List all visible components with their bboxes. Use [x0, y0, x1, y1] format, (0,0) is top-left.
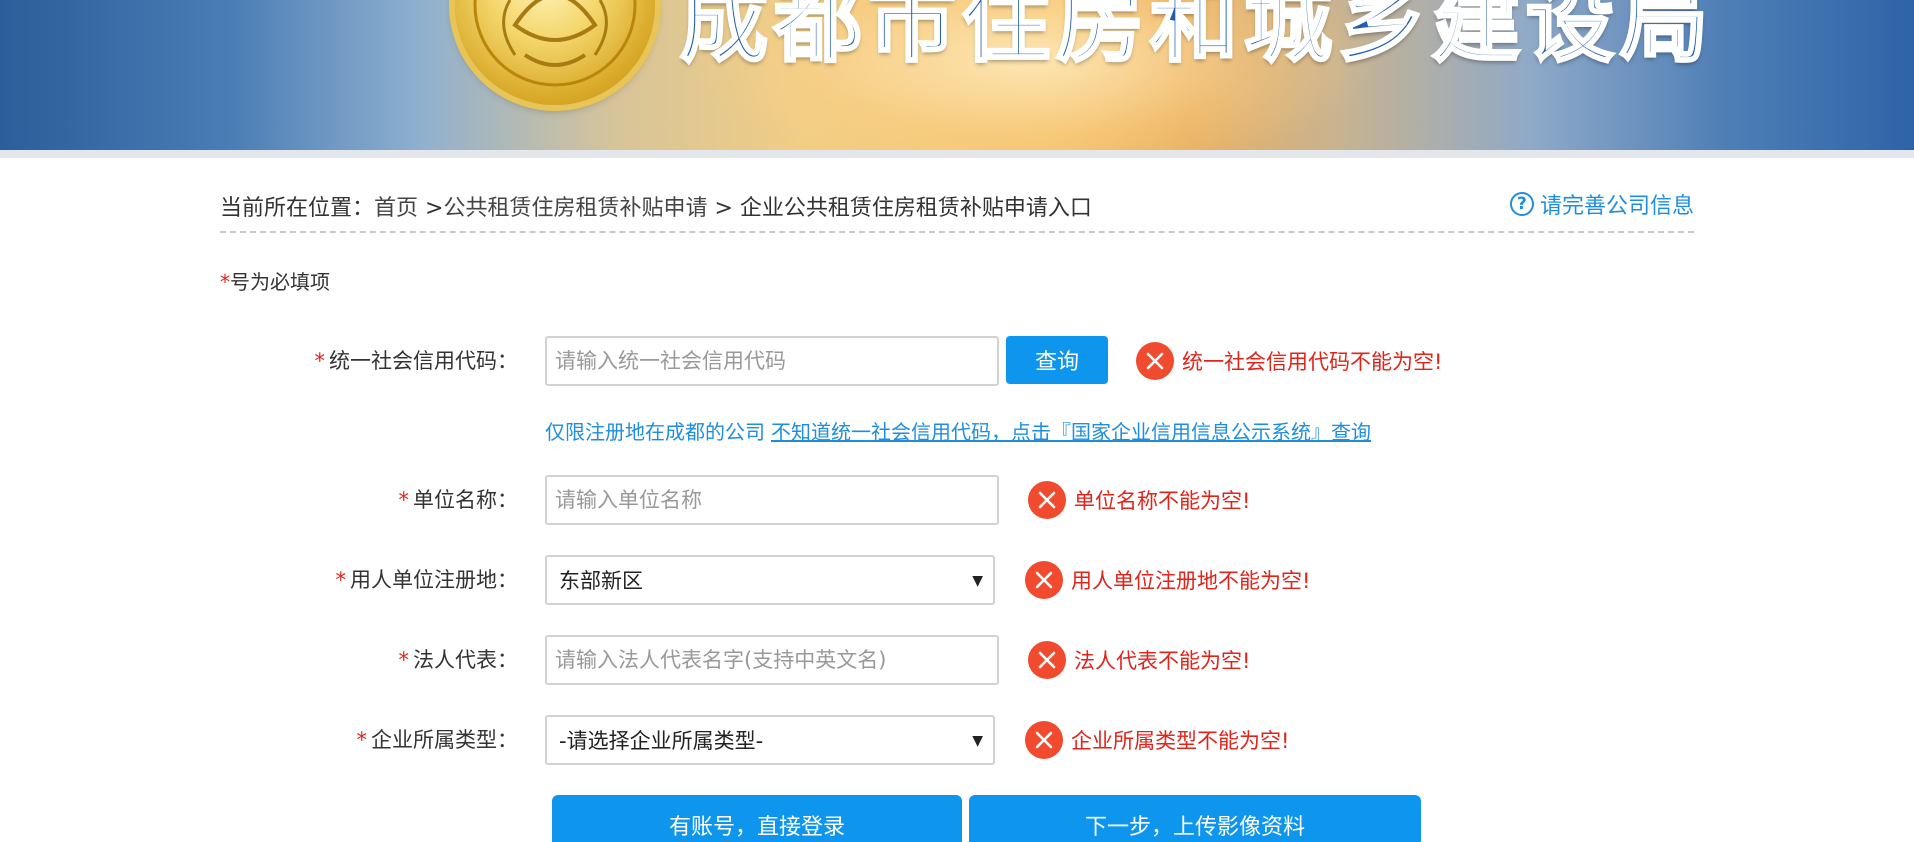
error-close-icon — [1025, 561, 1063, 599]
legal-rep-error: 法人代表不能为空! — [1028, 640, 1250, 680]
login-with-account-button[interactable]: 有账号，直接登录 — [552, 795, 962, 842]
legal-rep-label-text: 法人代表： — [413, 648, 518, 672]
caret-down-icon: ▼ — [972, 573, 983, 589]
legal-rep-input[interactable] — [545, 635, 999, 685]
header-banner: 成都市住房和城乡建设局 — [0, 0, 1914, 150]
company-name-error: 单位名称不能为空! — [1028, 480, 1250, 520]
registered-place-label-text: 用人单位注册地： — [350, 568, 518, 592]
registered-place-selected: 东部新区 — [559, 569, 643, 593]
registered-place-select[interactable]: 东部新区 ▼ — [545, 555, 995, 605]
company-name-label: * 单位名称： — [399, 475, 519, 525]
error-close-icon — [1028, 481, 1066, 519]
credit-code-error-text: 统一社会信用代码不能为空! — [1182, 350, 1443, 374]
registered-place-error: 用人单位注册地不能为空! — [1025, 560, 1310, 600]
breadcrumb-separator: > — [418, 196, 444, 221]
required-field-note: *号为必填项 — [220, 266, 330, 295]
breadcrumb-separator: > — [707, 196, 740, 221]
next-upload-images-button[interactable]: 下一步，上传影像资料 — [969, 795, 1421, 842]
form-row-registered-place: * 用人单位注册地： 东部新区 ▼ 用人单位注册地不能为空! — [0, 555, 1914, 605]
query-button[interactable]: 查询 — [1006, 336, 1108, 384]
site-title: 成都市住房和城乡建设局 — [678, 0, 1715, 76]
required-star: * — [356, 728, 368, 752]
form-row-legal-rep: *法人代表： 法人代表不能为空! — [0, 635, 1914, 685]
company-name-label-text: 单位名称： — [413, 488, 518, 512]
required-star: * — [398, 648, 410, 672]
error-close-icon — [1136, 342, 1174, 380]
credit-code-label: * 统一社会信用代码： — [315, 336, 519, 386]
form-row-company-name: *单位名称： 单位名称不能为空! — [0, 475, 1914, 525]
header-bottom-strip — [0, 150, 1914, 158]
required-note-text: 号为必填项 — [230, 270, 330, 294]
required-star: * — [314, 349, 326, 373]
company-type-select[interactable]: -请选择企业所属类型- ▼ — [545, 715, 995, 765]
breadcrumb-home-link[interactable]: 首页 — [374, 196, 418, 221]
breadcrumb-rental-subsidy-link[interactable]: 公共租赁住房租赁补贴申请 — [443, 196, 707, 221]
form-row-company-type: * 企业所属类型： -请选择企业所属类型- ▼ 企业所属类型不能为空! — [0, 715, 1914, 765]
company-type-error: 企业所属类型不能为空! — [1025, 720, 1289, 760]
caret-down-icon: ▼ — [972, 733, 983, 749]
credit-code-label-text: 统一社会信用代码： — [329, 349, 518, 373]
error-close-icon — [1025, 721, 1063, 759]
required-star: * — [220, 270, 230, 294]
required-star: * — [335, 568, 347, 592]
company-name-error-text: 单位名称不能为空! — [1074, 489, 1251, 513]
registered-place-label: * 用人单位注册地： — [336, 555, 519, 605]
complete-company-info-link[interactable]: ? 请完善公司信息 — [1509, 188, 1694, 220]
company-type-error-text: 企业所属类型不能为空! — [1071, 729, 1290, 753]
error-close-icon — [1028, 641, 1066, 679]
company-name-input[interactable] — [545, 475, 999, 525]
breadcrumb-current: 企业公共租赁住房租赁补贴申请入口 — [739, 196, 1092, 221]
company-type-label: * 企业所属类型： — [357, 715, 519, 765]
hint-text: 仅限注册地在成都的公司 — [545, 420, 765, 444]
company-type-label-text: 企业所属类型： — [371, 728, 518, 752]
complete-company-info-label: 请完善公司信息 — [1539, 194, 1694, 219]
breadcrumb-prefix: 当前所在位置： — [220, 196, 375, 221]
required-star: * — [398, 488, 410, 512]
legal-rep-error-text: 法人代表不能为空! — [1074, 649, 1251, 673]
legal-rep-label: * 法人代表： — [399, 635, 519, 685]
dashed-divider — [220, 231, 1694, 233]
credit-code-error: 统一社会信用代码不能为空! — [1136, 341, 1442, 381]
registered-place-error-text: 用人单位注册地不能为空! — [1071, 569, 1311, 593]
credit-code-input[interactable] — [545, 336, 999, 386]
emblem-icon — [473, 0, 637, 87]
form-row-credit-code: *统一社会信用代码： 查询 统一社会信用代码不能为空! — [0, 336, 1914, 386]
emblem-logo — [455, 0, 655, 105]
question-circle-icon: ? — [1509, 192, 1534, 216]
company-type-selected: -请选择企业所属类型- — [559, 729, 764, 753]
breadcrumb: 当前所在位置：首页 >公共租赁住房租赁补贴申请 > 企业公共租赁住房租赁补贴申请… — [220, 190, 1092, 222]
credit-code-hint: 仅限注册地在成都的公司 不知道统一社会信用代码，点击『国家企业信用信息公示系统』查… — [545, 416, 1371, 445]
national-credit-system-link[interactable]: 不知道统一社会信用代码，点击『国家企业信用信息公示系统』查询 — [771, 420, 1371, 444]
page: 成都市住房和城乡建设局 当前所在位置：首页 >公共租赁住房租赁补贴申请 > 企业… — [0, 0, 1914, 842]
